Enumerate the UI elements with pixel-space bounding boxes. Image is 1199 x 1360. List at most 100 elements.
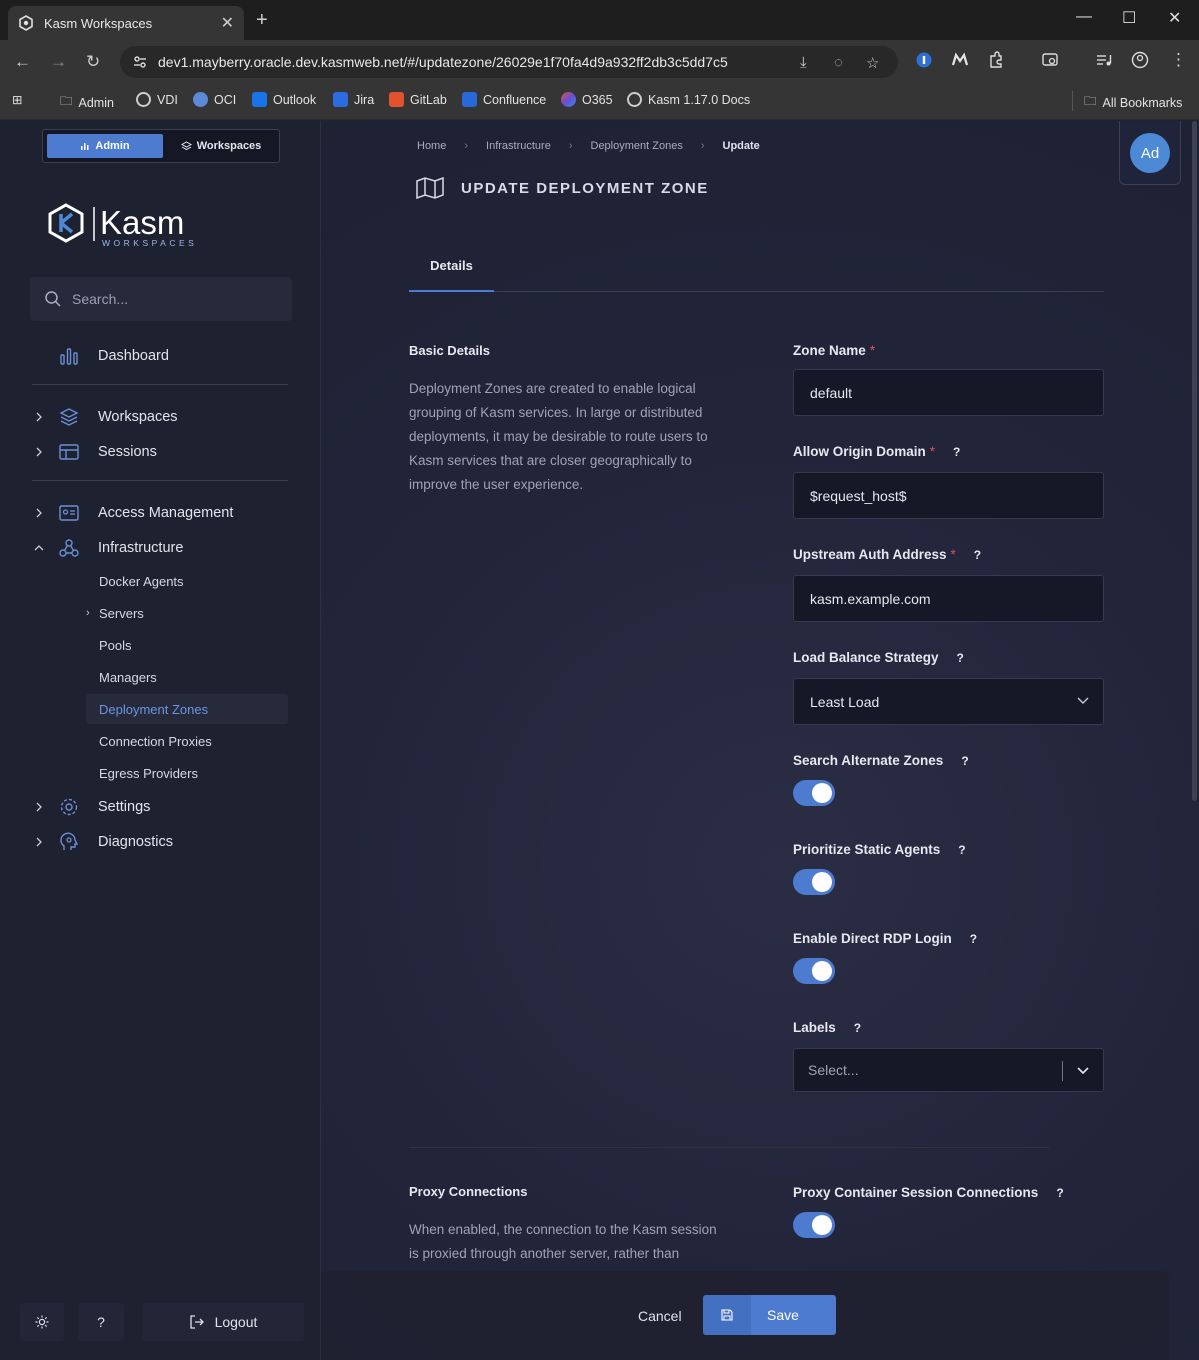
basic-details-title: Basic Details — [409, 343, 490, 358]
nav-connection-proxies[interactable]: Connection Proxies — [86, 726, 288, 756]
logo-subtext: WORKSPACES — [102, 238, 197, 248]
help-icon[interactable]: ? — [961, 754, 968, 768]
site-info-icon[interactable] — [132, 54, 148, 70]
minimize-icon[interactable]: — — [1076, 8, 1092, 26]
help-icon[interactable]: ? — [957, 651, 964, 665]
help-icon[interactable]: ? — [854, 1021, 861, 1035]
toggle-knob — [812, 1215, 832, 1235]
workspaces-mode-button[interactable]: Workspaces — [167, 134, 275, 158]
extension-m-icon[interactable] — [951, 51, 969, 69]
nav-servers[interactable]: › Servers — [86, 598, 288, 628]
theme-toggle-button[interactable] — [20, 1303, 64, 1341]
dashboard-icon — [60, 348, 78, 365]
bookmark-gitlab[interactable]: GitLab — [389, 92, 447, 107]
bookmark-divider — [1072, 91, 1073, 111]
address-bar[interactable]: dev1.mayberry.oracle.dev.kasmweb.net/#/u… — [120, 46, 898, 78]
logout-button[interactable]: Logout — [142, 1303, 304, 1341]
maximize-icon[interactable]: ☐ — [1122, 8, 1136, 28]
nav-dashboard[interactable]: Dashboard — [30, 340, 290, 372]
apps-grid-icon[interactable]: ⊞ — [12, 92, 22, 107]
breadcrumb-current: Update — [722, 140, 760, 152]
bookmark-outlook[interactable]: Outlook — [252, 92, 316, 107]
kasm-icon — [136, 92, 151, 107]
nav-egress-providers[interactable]: Egress Providers — [86, 758, 288, 788]
avatar[interactable]: Ad — [1130, 133, 1170, 173]
search-alternate-zones-toggle[interactable] — [793, 780, 835, 806]
chevron-right-icon — [36, 447, 42, 457]
main-content: Home › Infrastructure › Deployment Zones… — [321, 121, 1199, 1360]
bookmark-oci[interactable]: OCI — [193, 92, 236, 107]
nav-deployment-zones[interactable]: Deployment Zones — [86, 694, 288, 724]
nav-workspaces[interactable]: Workspaces — [30, 401, 290, 433]
nav-managers[interactable]: Managers — [86, 662, 288, 692]
help-icon[interactable]: ? — [1056, 1186, 1063, 1200]
help-icon[interactable]: ? — [958, 843, 965, 857]
bookmark-confluence[interactable]: Confluence — [462, 92, 546, 107]
bookmark-kasm-docs[interactable]: Kasm 1.17.0 Docs — [627, 92, 750, 107]
help-icon[interactable]: ? — [974, 548, 981, 562]
tab-close-icon[interactable]: ✕ — [221, 13, 234, 33]
upstream-auth-input[interactable]: kasm.example.com — [793, 575, 1104, 622]
save-button[interactable]: Save — [703, 1295, 836, 1335]
mode-switcher: Admin Workspaces — [42, 129, 280, 163]
admin-mode-button[interactable]: Admin — [47, 134, 163, 158]
bookmark-admin[interactable]: 🗀 Admin — [60, 92, 114, 113]
media-control-icon[interactable] — [1095, 51, 1113, 69]
close-window-icon[interactable]: ✕ — [1168, 8, 1181, 28]
proxy-session-toggle[interactable] — [793, 1212, 835, 1238]
sidebar: Admin Workspaces Kasm WORKSPACES Search.… — [0, 121, 321, 1360]
page-title: UPDATE DEPLOYMENT ZONE — [461, 179, 709, 197]
page-scrollbar[interactable] — [1192, 121, 1197, 801]
zone-name-input[interactable]: default — [793, 369, 1104, 416]
chevron-right-icon — [36, 412, 42, 422]
browser-tab[interactable]: Kasm Workspaces ✕ — [8, 6, 244, 40]
gear-icon — [60, 798, 78, 816]
tab-details[interactable]: Details — [409, 241, 494, 292]
bookmark-jira[interactable]: Jira — [333, 92, 374, 107]
breadcrumb-home[interactable]: Home — [417, 140, 446, 152]
tab-search-icon[interactable] — [1041, 51, 1059, 69]
nav-infrastructure[interactable]: Infrastructure — [30, 532, 290, 564]
profile-icon[interactable] — [1131, 51, 1149, 69]
upstream-auth-label: Upstream Auth Address *? — [793, 547, 982, 562]
extensions-icon[interactable] — [987, 51, 1005, 69]
bookmark-vdi[interactable]: VDI — [136, 92, 178, 107]
help-icon[interactable]: ? — [953, 445, 960, 459]
direct-rdp-toggle[interactable] — [793, 958, 835, 984]
load-balance-select[interactable]: Least Load — [793, 678, 1104, 725]
layers-icon — [59, 408, 79, 426]
breadcrumb-deployment-zones[interactable]: Deployment Zones — [591, 140, 683, 152]
browser-menu-icon[interactable]: ⋮ — [1170, 50, 1187, 70]
all-bookmarks[interactable]: 🗀 All Bookmarks — [1084, 92, 1182, 113]
browser-titlebar: Kasm Workspaces ✕ + — ☐ ✕ — [0, 0, 1199, 40]
labels-select[interactable]: Select... — [793, 1048, 1104, 1092]
new-tab-button[interactable]: + — [256, 9, 268, 32]
forward-icon[interactable]: → — [50, 52, 67, 72]
sidebar-divider — [32, 384, 288, 385]
nav-settings[interactable]: Settings — [30, 791, 290, 823]
browser-toolbar: ← → ↻ dev1.mayberry.oracle.dev.kasmweb.n… — [0, 40, 1199, 84]
nav-diagnostics[interactable]: Diagnostics — [30, 826, 290, 858]
nav-pools[interactable]: Pools — [86, 630, 288, 660]
help-icon[interactable]: ? — [970, 932, 977, 946]
breadcrumb-infrastructure[interactable]: Infrastructure — [486, 140, 551, 152]
nav-access-management[interactable]: Access Management — [30, 497, 290, 529]
back-icon[interactable]: ← — [14, 52, 31, 72]
allow-origin-label: Allow Origin Domain *? — [793, 444, 961, 459]
user-menu[interactable]: Ad — [1119, 121, 1181, 185]
reload-icon[interactable]: ↻ — [86, 52, 100, 72]
prioritize-static-agents-toggle[interactable] — [793, 869, 835, 895]
breadcrumb-separator-icon: › — [568, 140, 573, 152]
bookmark-o365[interactable]: O365 — [561, 92, 613, 107]
nav-sessions[interactable]: Sessions — [30, 436, 290, 468]
eye-slash-icon[interactable]: ◌ — [834, 54, 843, 71]
nav-docker-agents[interactable]: Docker Agents — [86, 566, 288, 596]
cancel-button[interactable]: Cancel — [638, 1308, 682, 1324]
help-button[interactable]: ? — [78, 1303, 124, 1341]
install-icon[interactable]: ⤓ — [800, 54, 807, 71]
star-icon[interactable]: ☆ — [866, 54, 879, 72]
password-manager-icon[interactable] — [915, 51, 933, 69]
sidebar-search-input[interactable]: Search... — [30, 277, 292, 321]
layers-icon — [180, 140, 192, 150]
allow-origin-input[interactable]: $request_host$ — [793, 472, 1104, 519]
